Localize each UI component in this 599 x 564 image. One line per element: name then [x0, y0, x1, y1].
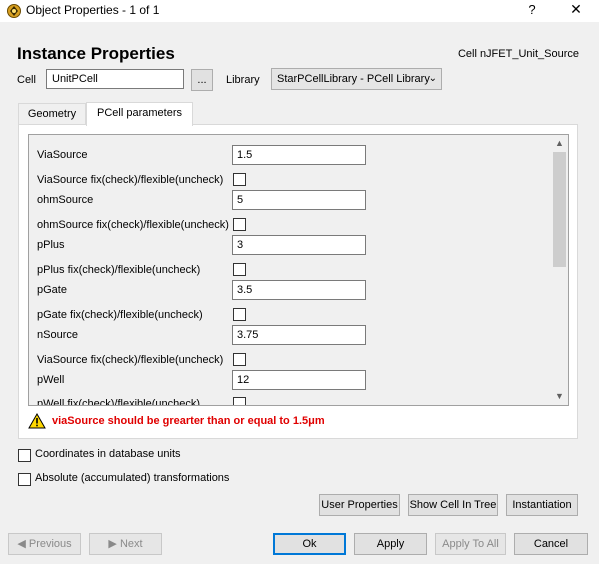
library-select-value: StarPCellLibrary - PCell Library — [277, 73, 430, 85]
param-row-viasource-fix: ViaSource fix(check)/flexible(uncheck) — [29, 170, 549, 192]
param-label: nSource — [37, 329, 78, 341]
close-icon[interactable]: ✕ — [566, 1, 586, 19]
abs-transform-label: Absolute (accumulated) transformations — [35, 472, 230, 484]
title-bar: Object Properties - 1 of 1 ? ✕ — [0, 0, 599, 22]
scroll-down-icon[interactable]: ▼ — [551, 388, 568, 405]
param-row-pplus-fix: pPlus fix(check)/flexible(uncheck) — [29, 260, 549, 282]
warning-text: viaSource should be grearter than or equ… — [52, 415, 325, 427]
param-label: pGate — [37, 284, 67, 296]
scroll-up-icon[interactable]: ▲ — [551, 135, 568, 152]
param-nsource-input[interactable]: 3.75 — [232, 325, 366, 345]
param-label: ViaSource fix(check)/flexible(uncheck) — [37, 174, 224, 186]
param-label: pWell fix(check)/flexible(uncheck) — [37, 398, 201, 406]
abs-transform-checkbox[interactable] — [18, 473, 31, 486]
next-button[interactable]: ▶ Next — [89, 533, 162, 555]
cell-name-label: Cell nJFET_Unit_Source — [457, 48, 579, 60]
param-pwell-fix-checkbox[interactable] — [233, 397, 246, 405]
apply-button[interactable]: Apply — [354, 533, 427, 555]
show-cell-in-tree-button[interactable]: Show Cell In Tree — [408, 494, 498, 516]
param-pwell-input[interactable]: 12 — [232, 370, 366, 390]
param-label: pGate fix(check)/flexible(uncheck) — [37, 309, 203, 321]
ok-button[interactable]: Ok — [273, 533, 346, 555]
cell-label: Cell — [17, 74, 36, 86]
tab-geometry[interactable]: Geometry — [18, 103, 86, 125]
param-row-ohmsource: ohmSource 5 — [29, 190, 549, 212]
param-viasource-input[interactable]: 1.5 — [232, 145, 366, 165]
param-row-pgate-fix: pGate fix(check)/flexible(uncheck) — [29, 305, 549, 327]
page-title: Instance Properties — [17, 44, 175, 63]
user-properties-button[interactable]: User Properties — [319, 494, 400, 516]
param-row-pwell-fix: pWell fix(check)/flexible(uncheck) — [29, 394, 549, 406]
param-row-nsource: nSource 3.75 — [29, 325, 549, 347]
pcell-parameters-panel: ViaSource 1.5 ViaSource fix(check)/flexi… — [18, 124, 578, 439]
warning-icon — [28, 413, 46, 429]
param-nsource-fix-checkbox[interactable] — [233, 353, 246, 366]
param-row-viasource: ViaSource 1.5 — [29, 145, 549, 167]
param-pplus-fix-checkbox[interactable] — [233, 263, 246, 276]
param-label: pPlus — [37, 239, 65, 251]
param-label: ViaSource fix(check)/flexible(uncheck) — [37, 354, 224, 366]
help-button[interactable]: ? — [522, 2, 542, 20]
param-pplus-input[interactable]: 3 — [232, 235, 366, 255]
param-viasource-fix-checkbox[interactable] — [233, 173, 246, 186]
browse-cell-button[interactable]: ... — [191, 69, 213, 91]
param-row-pgate: pGate 3.5 — [29, 280, 549, 302]
library-label: Library — [226, 74, 260, 86]
library-select[interactable]: StarPCellLibrary - PCell Library ⌄ — [271, 68, 442, 90]
window-title: Object Properties - 1 of 1 — [26, 3, 160, 17]
parameters-scroll-area[interactable]: ViaSource 1.5 ViaSource fix(check)/flexi… — [28, 134, 569, 406]
param-pgate-fix-checkbox[interactable] — [233, 308, 246, 321]
param-label: ohmSource fix(check)/flexible(uncheck) — [37, 219, 229, 231]
scrollbar-thumb[interactable] — [553, 152, 566, 267]
previous-button[interactable]: ◀ Previous — [8, 533, 81, 555]
param-pgate-input[interactable]: 3.5 — [232, 280, 366, 300]
param-label: pPlus fix(check)/flexible(uncheck) — [37, 264, 201, 276]
db-units-checkbox[interactable] — [18, 449, 31, 462]
param-ohmsource-fix-checkbox[interactable] — [233, 218, 246, 231]
vertical-scrollbar[interactable]: ▲ ▼ — [551, 135, 568, 405]
db-units-label: Coordinates in database units — [35, 448, 181, 460]
param-row-pwell: pWell 12 — [29, 370, 549, 392]
param-ohmsource-input[interactable]: 5 — [232, 190, 366, 210]
app-logo-icon — [7, 4, 21, 18]
cell-input[interactable]: UnitPCell — [46, 69, 184, 89]
cancel-button[interactable]: Cancel — [514, 533, 588, 555]
param-label: pWell — [37, 374, 65, 386]
chevron-down-icon: ⌄ — [428, 73, 437, 84]
param-row-pplus: pPlus 3 — [29, 235, 549, 257]
param-row-ohmsource-fix: ohmSource fix(check)/flexible(uncheck) — [29, 215, 549, 237]
instantiation-button[interactable]: Instantiation — [506, 494, 578, 516]
tab-pcell-parameters[interactable]: PCell parameters — [86, 102, 193, 126]
param-row-nsource-fix: ViaSource fix(check)/flexible(uncheck) — [29, 350, 549, 372]
param-label: ViaSource — [37, 149, 88, 161]
param-label: ohmSource — [37, 194, 94, 206]
apply-to-all-button[interactable]: Apply To All — [435, 533, 506, 555]
